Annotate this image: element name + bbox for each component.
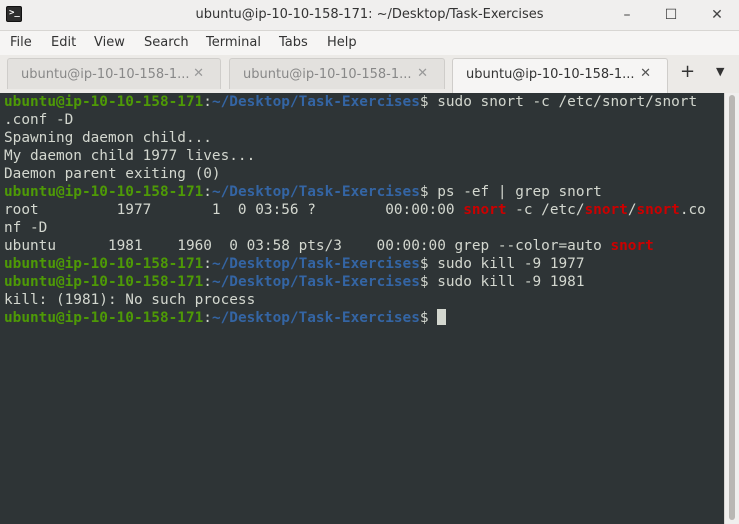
grep-match: snort xyxy=(636,202,680,218)
menu-search[interactable]: Search xyxy=(144,35,189,50)
tab-2-close-icon[interactable]: ✕ xyxy=(417,66,428,81)
command-text: ps -ef | grep snort xyxy=(437,184,602,200)
prompt-user-host: ubuntu@ip-10-10-158-171 xyxy=(4,274,204,290)
prompt-user-host: ubuntu@ip-10-10-158-171 xyxy=(4,184,204,200)
terminal-line: ubuntu@ip-10-10-158-171:~/Desktop/Task-E… xyxy=(4,183,602,201)
output-text: / xyxy=(627,202,637,218)
output-text: root 1977 1 0 03:56 ? 00:00:00 xyxy=(4,202,464,218)
prompt-user-host: ubuntu@ip-10-10-158-171 xyxy=(4,256,204,272)
menu-terminal[interactable]: Terminal xyxy=(206,35,261,50)
prompt-symbol: $ xyxy=(419,256,438,272)
tab-3-label: ubuntu@ip-10-10-158-1... xyxy=(466,67,635,82)
prompt-path: ~/Desktop/Task-Exercises xyxy=(211,94,420,110)
terminal-line: Daemon parent exiting (0) xyxy=(4,165,221,183)
terminal-line: ubuntu 1981 1960 0 03:58 pts/3 00:00:00 … xyxy=(4,237,654,255)
output-text: nf -D xyxy=(4,220,48,236)
output-text: ubuntu 1981 1960 0 03:58 pts/3 00:00:00 … xyxy=(4,238,611,254)
prompt-separator: : xyxy=(203,310,212,326)
tab-bar: ubuntu@ip-10-10-158-1... ✕ ubuntu@ip-10-… xyxy=(0,55,739,94)
terminal-line: kill: (1981): No such process xyxy=(4,291,255,309)
scrollbar-thumb[interactable] xyxy=(729,95,735,520)
prompt-path: ~/Desktop/Task-Exercises xyxy=(211,274,420,290)
prompt-path: ~/Desktop/Task-Exercises xyxy=(211,184,420,200)
prompt-path: ~/Desktop/Task-Exercises xyxy=(211,256,420,272)
terminal-output[interactable]: ubuntu@ip-10-10-158-171:~/Desktop/Task-E… xyxy=(0,93,724,524)
terminal-line: ubuntu@ip-10-10-158-171:~/Desktop/Task-E… xyxy=(4,309,447,327)
terminal-line: ubuntu@ip-10-10-158-171:~/Desktop/Task-E… xyxy=(4,273,585,291)
output-text: Spawning daemon child... xyxy=(4,130,212,146)
terminal-line: root 1977 1 0 03:56 ? 00:00:00 snort -c … xyxy=(4,201,706,219)
command-text: sudo kill -9 1977 xyxy=(437,256,585,272)
text-cursor xyxy=(437,309,447,325)
command-text: sudo kill -9 1981 xyxy=(437,274,585,290)
output-text: kill: (1981): No such process xyxy=(4,292,256,308)
prompt-separator: : xyxy=(203,256,212,272)
output-text: My daemon child 1977 lives... xyxy=(4,148,256,164)
terminal-line: My daemon child 1977 lives... xyxy=(4,147,255,165)
tab-1[interactable]: ubuntu@ip-10-10-158-1... ✕ xyxy=(7,58,221,89)
output-text: .co xyxy=(679,202,706,218)
terminal-line: Spawning daemon child... xyxy=(4,129,212,147)
terminal-line: ubuntu@ip-10-10-158-171:~/Desktop/Task-E… xyxy=(4,93,697,111)
output-text: -c /etc/ xyxy=(506,202,585,218)
prompt-path: ~/Desktop/Task-Exercises xyxy=(211,310,420,326)
prompt-separator: : xyxy=(203,94,212,110)
prompt-separator: : xyxy=(203,274,212,290)
grep-match: snort xyxy=(610,238,654,254)
prompt-symbol: $ xyxy=(419,94,438,110)
output-text: .conf -D xyxy=(4,112,74,128)
prompt-user-host: ubuntu@ip-10-10-158-171 xyxy=(4,310,204,326)
terminal-scrollbar[interactable] xyxy=(724,93,739,524)
menu-bar: File Edit View Search Terminal Tabs Help xyxy=(0,31,739,55)
prompt-user-host: ubuntu@ip-10-10-158-171 xyxy=(4,94,204,110)
menu-view[interactable]: View xyxy=(94,35,125,50)
menu-tabs[interactable]: Tabs xyxy=(279,35,308,50)
terminal-line: ubuntu@ip-10-10-158-171:~/Desktop/Task-E… xyxy=(4,255,585,273)
tab-3-active[interactable]: ubuntu@ip-10-10-158-1... ✕ xyxy=(452,58,668,93)
prompt-separator: : xyxy=(203,184,212,200)
terminal-window: >_ ubuntu@ip-10-10-158-171: ~/Desktop/Ta… xyxy=(0,0,739,524)
minimize-button[interactable]: – xyxy=(616,4,638,26)
prompt-symbol: $ xyxy=(419,184,438,200)
grep-match: snort xyxy=(463,202,507,218)
prompt-symbol: $ xyxy=(419,310,438,326)
menu-file[interactable]: File xyxy=(10,35,32,50)
grep-match: snort xyxy=(584,202,628,218)
menu-help[interactable]: Help xyxy=(327,35,357,50)
maximize-button[interactable]: ☐ xyxy=(660,4,682,26)
terminal-line: .conf -D xyxy=(4,111,73,129)
tab-1-close-icon[interactable]: ✕ xyxy=(193,66,204,81)
tab-3-close-icon[interactable]: ✕ xyxy=(640,66,651,81)
terminal-line: nf -D xyxy=(4,219,47,237)
command-text: sudo snort -c /etc/snort/snort xyxy=(437,94,698,110)
output-text: Daemon parent exiting (0) xyxy=(4,166,221,182)
title-bar[interactable]: >_ ubuntu@ip-10-10-158-171: ~/Desktop/Ta… xyxy=(0,0,739,31)
tab-2[interactable]: ubuntu@ip-10-10-158-1... ✕ xyxy=(229,58,445,89)
prompt-symbol: $ xyxy=(419,274,438,290)
close-button[interactable]: ✕ xyxy=(706,4,728,26)
tab-2-label: ubuntu@ip-10-10-158-1... xyxy=(243,67,412,82)
tab-list-chevron-down-icon[interactable]: ▼ xyxy=(716,65,724,78)
new-tab-plus-icon[interactable]: + xyxy=(680,61,695,82)
menu-edit[interactable]: Edit xyxy=(51,35,76,50)
tab-1-label: ubuntu@ip-10-10-158-1... xyxy=(21,67,190,82)
